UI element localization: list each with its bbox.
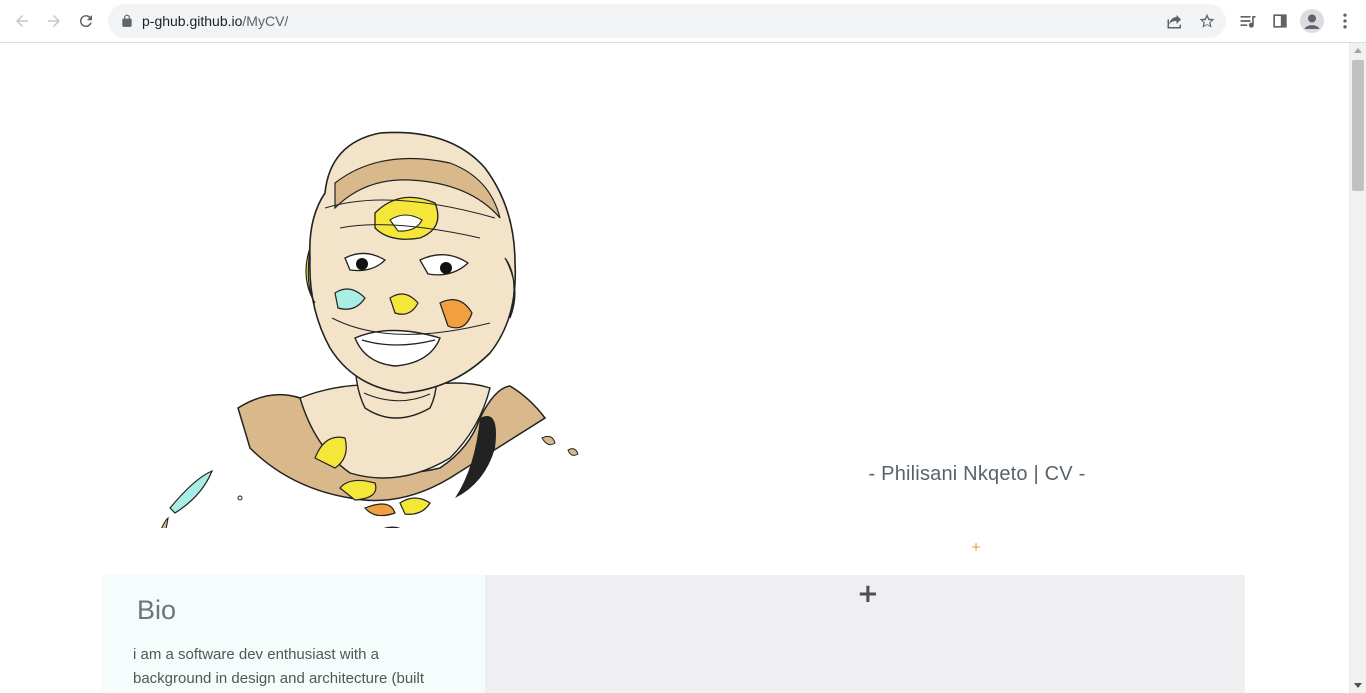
lock-icon[interactable] bbox=[120, 14, 134, 28]
expand-button[interactable]: + bbox=[857, 579, 879, 609]
reload-icon bbox=[79, 15, 92, 28]
url-path: /MyCV/ bbox=[242, 13, 289, 29]
reload-button[interactable] bbox=[71, 6, 101, 36]
address-bar[interactable]: p-ghub.github.io/MyCV/ bbox=[108, 4, 1226, 38]
bio-panel: Bio i am a software dev enthusiast with … bbox=[101, 575, 485, 693]
bio-text: i am a software dev enthusiast with a ba… bbox=[133, 646, 425, 687]
star-icon[interactable] bbox=[1198, 12, 1216, 30]
url-text[interactable]: p-ghub.github.io/MyCV/ bbox=[142, 13, 288, 29]
page-viewport: - Philisani Nkqeto | CV - + Bio i am a s… bbox=[0, 43, 1349, 693]
media-queue-icon[interactable] bbox=[1238, 11, 1258, 31]
back-arrow-icon bbox=[16, 15, 28, 27]
details-panel: + bbox=[485, 575, 1245, 693]
url-host: p-ghub.github.io bbox=[142, 13, 243, 29]
menu-dots-icon[interactable] bbox=[1335, 11, 1355, 31]
bio-heading: Bio bbox=[137, 595, 177, 625]
scroll-up-arrow-icon[interactable] bbox=[1354, 48, 1362, 53]
back-button[interactable] bbox=[7, 6, 37, 36]
vertical-scrollbar[interactable] bbox=[1349, 43, 1366, 693]
browser-toolbar: p-ghub.github.io/MyCV/ bbox=[0, 0, 1366, 43]
scroll-thumb[interactable] bbox=[1352, 60, 1364, 191]
profile-icon bbox=[1300, 9, 1324, 33]
expand-toggle-small[interactable]: + bbox=[971, 540, 981, 554]
portrait-illustration bbox=[161, 131, 579, 528]
page-title: - Philisani Nkqeto | CV - bbox=[868, 463, 1086, 485]
profile-button[interactable] bbox=[1300, 9, 1324, 33]
scroll-down-arrow-icon[interactable] bbox=[1354, 683, 1362, 688]
forward-button[interactable] bbox=[39, 6, 69, 36]
share-icon[interactable] bbox=[1166, 12, 1184, 30]
forward-arrow-icon bbox=[48, 15, 60, 27]
side-panel-icon[interactable] bbox=[1270, 11, 1290, 31]
